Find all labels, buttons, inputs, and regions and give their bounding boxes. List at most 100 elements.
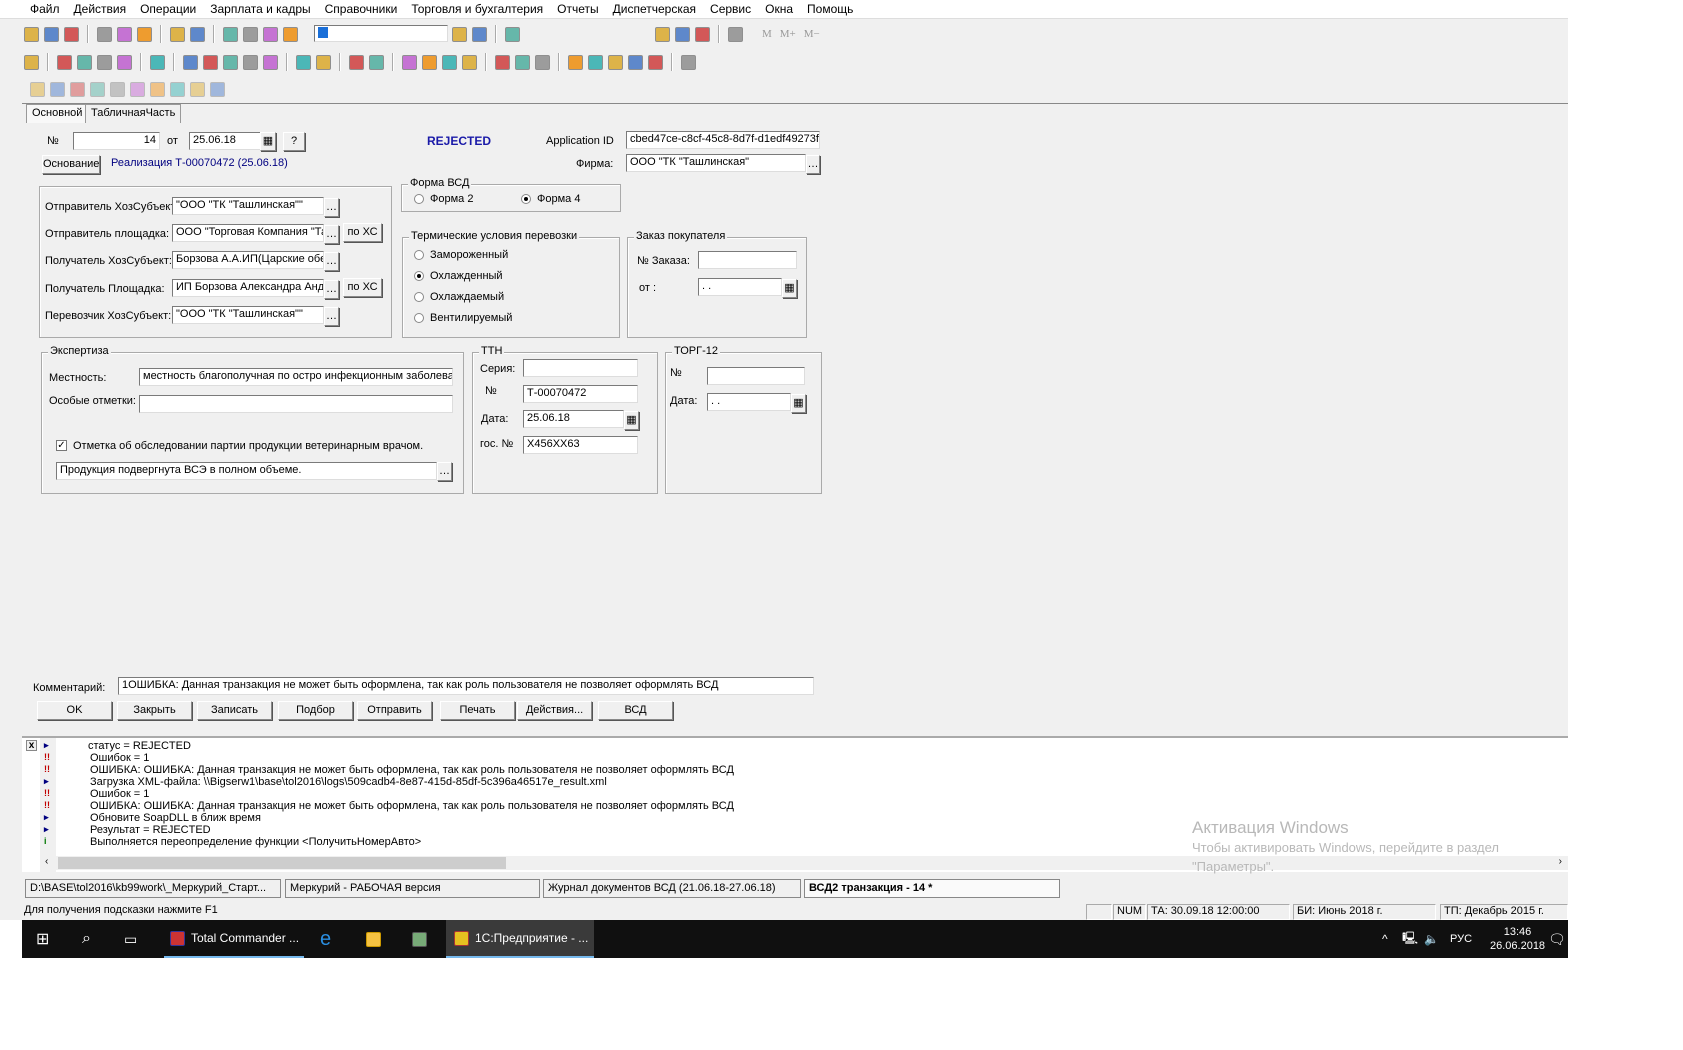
network-icon[interactable]: 🖳	[1402, 920, 1418, 958]
reference-icon[interactable]	[695, 26, 710, 42]
redo-icon[interactable]	[263, 26, 278, 42]
text4-icon[interactable]	[628, 54, 643, 70]
import-icon[interactable]	[263, 54, 278, 70]
text2-icon[interactable]	[588, 54, 603, 70]
arrow-down-icon[interactable]	[130, 81, 145, 97]
radio-form-2[interactable]: Форма 2	[414, 193, 473, 205]
radio-cooled[interactable]: Охлаждаемый	[414, 291, 504, 303]
report3-icon[interactable]	[442, 54, 457, 70]
party-select-button[interactable]: …	[324, 198, 339, 217]
apple-doc-icon[interactable]	[515, 54, 530, 70]
memory-button[interactable]: M	[762, 28, 772, 40]
copy-icon[interactable]	[117, 26, 132, 42]
delete-row-icon[interactable]	[90, 81, 105, 97]
menu-item-dispatcher[interactable]: Диспетчерская	[613, 2, 696, 16]
search-icon[interactable]: ⌕	[82, 920, 91, 958]
application-id-input[interactable]: cbed47ce-c8cf-45c8-8d7f-d1edf49273fd	[626, 131, 820, 149]
help-box-icon[interactable]	[190, 81, 205, 97]
party-input[interactable]: "ООО "ТК "Ташлинская""	[172, 197, 324, 215]
calculator-icon[interactable]	[655, 26, 670, 42]
party-select-button[interactable]: …	[324, 252, 339, 272]
scroll-left-icon[interactable]: ‹	[45, 856, 48, 867]
number-input[interactable]: 14	[73, 132, 160, 150]
help-icon[interactable]	[505, 26, 520, 42]
action-button-4[interactable]: Отправить	[357, 701, 432, 720]
doc-icon[interactable]	[203, 54, 218, 70]
action-button-1[interactable]: Закрыть	[117, 701, 192, 720]
window-tab-vsd2[interactable]: ВСД2 транзакция - 14 *	[804, 879, 1060, 898]
chart-icon[interactable]	[77, 54, 92, 70]
clock[interactable]: 13:46 26.06.2018	[1490, 920, 1545, 958]
text1-icon[interactable]	[568, 54, 583, 70]
by-xc-button[interactable]: по ХС	[343, 277, 382, 297]
party-input[interactable]: Борзова А.А.ИП(Царские обеды)	[172, 251, 324, 270]
whats-this-icon[interactable]	[210, 81, 225, 97]
horizontal-scrollbar[interactable]: ‹ ›	[40, 856, 1568, 870]
tray-chevron-icon[interactable]: ^	[1382, 920, 1388, 958]
firm-input[interactable]: ООО "ТК "Ташлинская"	[626, 154, 806, 172]
action-button-6[interactable]: Действия...	[517, 701, 592, 720]
memory-add-button[interactable]: M+	[780, 28, 796, 40]
task-view-icon[interactable]: ▭	[124, 920, 137, 958]
setup-icon[interactable]	[24, 54, 39, 70]
report4-icon[interactable]	[462, 54, 477, 70]
save-icon[interactable]	[64, 26, 79, 42]
export-icon[interactable]	[243, 54, 258, 70]
ttn-calendar-button[interactable]: ▦	[624, 411, 639, 430]
file-explorer-icon[interactable]	[366, 920, 381, 958]
ttn-number-input[interactable]: Т-00070472	[523, 385, 638, 403]
menu-item-trade[interactable]: Торговля и бухгалтерия	[411, 2, 543, 16]
party-input[interactable]: "ООО "ТК "Ташлинская""	[172, 305, 324, 324]
menu-item-help[interactable]: Помощь	[807, 2, 853, 16]
internet-explorer-icon[interactable]: e	[320, 920, 331, 958]
menu-item-file[interactable]: Файл	[30, 2, 60, 16]
start-icon[interactable]: ⊞	[36, 920, 49, 958]
party-select-button[interactable]: …	[324, 306, 339, 326]
find-icon[interactable]	[283, 26, 298, 42]
window-tab-mercury[interactable]: Меркурий - РАБОЧАЯ версия	[285, 879, 540, 898]
menu-item-windows[interactable]: Окна	[765, 2, 793, 16]
date-input[interactable]: 25.06.18	[189, 132, 261, 150]
order-date-input[interactable]: . .	[698, 278, 782, 296]
torg12-date-input[interactable]: . .	[707, 393, 791, 411]
window-tab-journal[interactable]: Журнал документов ВСД (21.06.18-27.06.18…	[543, 879, 801, 898]
by-xc-button[interactable]: по ХС	[343, 223, 382, 243]
notifications-icon[interactable]: 🗨	[1548, 920, 1566, 958]
sort-desc-icon[interactable]	[170, 81, 185, 97]
stats-icon[interactable]	[150, 54, 165, 70]
apple-icon[interactable]	[97, 54, 112, 70]
coins-icon[interactable]	[223, 54, 238, 70]
calendar-icon[interactable]	[675, 26, 690, 42]
ttn-series-input[interactable]	[523, 359, 638, 377]
menu-item-salary[interactable]: Зарплата и кадры	[210, 2, 310, 16]
torg12-number-input[interactable]	[707, 367, 805, 385]
basis-link[interactable]: Реализация Т-00070472 (25.06.18)	[111, 157, 288, 169]
table-icon[interactable]	[369, 54, 384, 70]
help-button[interactable]: ?	[283, 132, 305, 151]
party-input[interactable]: ИП Борзова Александра Андреевна	[172, 278, 324, 297]
ttn-gos-input[interactable]: Х456ХХ63	[523, 436, 638, 454]
scroll-right-icon[interactable]: ›	[1559, 856, 1562, 867]
print-icon[interactable]	[170, 26, 185, 42]
window-tab-start[interactable]: D:\BASE\tol2016\kb99work\_Меркурий_Старт…	[25, 879, 281, 898]
doc-in-icon[interactable]	[183, 54, 198, 70]
order-calendar-button[interactable]: ▦	[782, 279, 797, 298]
calendar-doc-icon[interactable]	[535, 54, 550, 70]
expertise-result-input[interactable]: Продукция подвергнута ВСЭ в полном объем…	[56, 462, 437, 480]
report1-icon[interactable]	[402, 54, 417, 70]
basis-button[interactable]: Основание	[42, 155, 100, 174]
action-button-5[interactable]: Печать	[440, 701, 515, 720]
copy-row-icon[interactable]	[70, 81, 85, 97]
undo-icon[interactable]	[243, 26, 258, 42]
edit-icon[interactable]	[296, 54, 311, 70]
vet-check-checkbox[interactable]: ✓	[56, 440, 67, 451]
scrollbar-thumb[interactable]	[58, 857, 506, 869]
list-icon[interactable]	[648, 54, 663, 70]
memory-subtract-button[interactable]: M−	[804, 28, 820, 40]
cut-icon[interactable]	[97, 26, 112, 42]
action-button-0[interactable]: OK	[37, 701, 112, 720]
glasses-icon[interactable]	[495, 54, 510, 70]
ttn-date-input[interactable]: 25.06.18	[523, 410, 624, 428]
action-button-3[interactable]: Подбор	[278, 701, 353, 720]
journal-icon[interactable]	[728, 26, 743, 42]
